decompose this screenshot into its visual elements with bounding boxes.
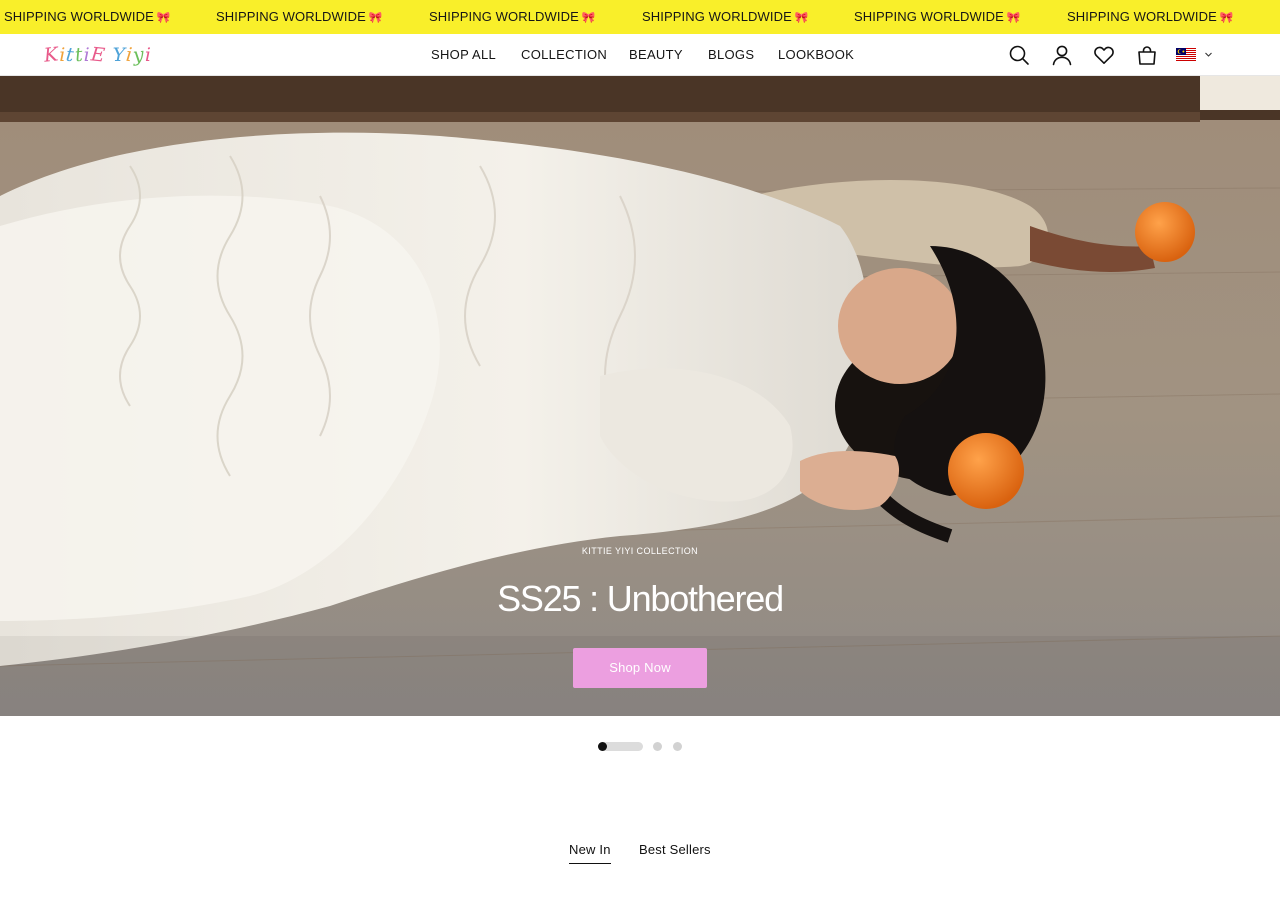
site-header: KittiE Yiyi SHOP ALL COLLECTION BEAUTY B…	[0, 34, 1280, 76]
logo-letter: K	[42, 43, 61, 67]
hero-slider-dots	[598, 742, 688, 752]
tab-best-sellers[interactable]: Best Sellers	[639, 838, 711, 864]
announcement-item: SHIPPING WORLDWIDE 🎀	[429, 9, 596, 24]
nav-collection[interactable]: COLLECTION	[521, 34, 607, 76]
search-icon[interactable]	[1008, 44, 1030, 66]
product-tabs: New In Best Sellers	[0, 838, 1280, 868]
ribbon-bow-icon: 🎀	[581, 12, 596, 24]
account-icon[interactable]	[1051, 44, 1073, 66]
announcement-item: SHIPPING WORLDWIDE 🎀	[216, 9, 383, 24]
hero-banner[interactable]: KITTIE YIYI COLLECTION SS25 : Unbothered…	[0, 76, 1280, 716]
announcement-item: SHIPPING WORLDWIDE 🎀	[4, 9, 171, 24]
tab-new-in[interactable]: New In	[569, 838, 611, 864]
hero-title: SS25 : Unbothered	[497, 578, 784, 619]
country-selector[interactable]	[1176, 47, 1216, 63]
ribbon-bow-icon: 🎀	[368, 12, 383, 24]
nav-blogs[interactable]: BLOGS	[708, 34, 754, 76]
announcement-item: SHIPPING WORLDWIDE 🎀	[1067, 9, 1234, 24]
chevron-down-icon	[1205, 52, 1212, 57]
nav-shop-all[interactable]: SHOP ALL	[431, 34, 496, 76]
announcement-item: SHIPPING WORLDWIDE 🎀	[854, 9, 1021, 24]
nav-beauty[interactable]: BEAUTY	[629, 34, 683, 76]
nav-lookbook[interactable]: LOOKBOOK	[778, 34, 854, 76]
logo-letter: i	[144, 44, 152, 66]
ribbon-bow-icon: 🎀	[156, 12, 171, 24]
hero-image	[0, 76, 1280, 716]
hero-eyebrow: KITTIE YIYI COLLECTION	[581, 546, 699, 556]
announcement-item: SHIPPING WORLDWIDE 🎀	[642, 9, 809, 24]
slide-dot[interactable]	[673, 742, 682, 751]
slide-dot[interactable]	[653, 742, 662, 751]
cart-bag-icon[interactable]	[1136, 44, 1158, 66]
brand-logo[interactable]: KittiE Yiyi	[42, 43, 154, 67]
ribbon-bow-icon: 🎀	[1006, 12, 1021, 24]
wishlist-heart-icon[interactable]	[1093, 44, 1115, 66]
ribbon-bow-icon: 🎀	[1219, 12, 1234, 24]
malaysia-flag-icon	[1176, 48, 1196, 61]
ribbon-bow-icon: 🎀	[794, 12, 809, 24]
slide-dot-active[interactable]	[598, 742, 643, 751]
announcement-bar: SHIPPING WORLDWIDE 🎀 SHIPPING WORLDWIDE 🎀 …	[0, 0, 1280, 34]
shop-now-button[interactable]: Shop Now	[573, 648, 707, 688]
